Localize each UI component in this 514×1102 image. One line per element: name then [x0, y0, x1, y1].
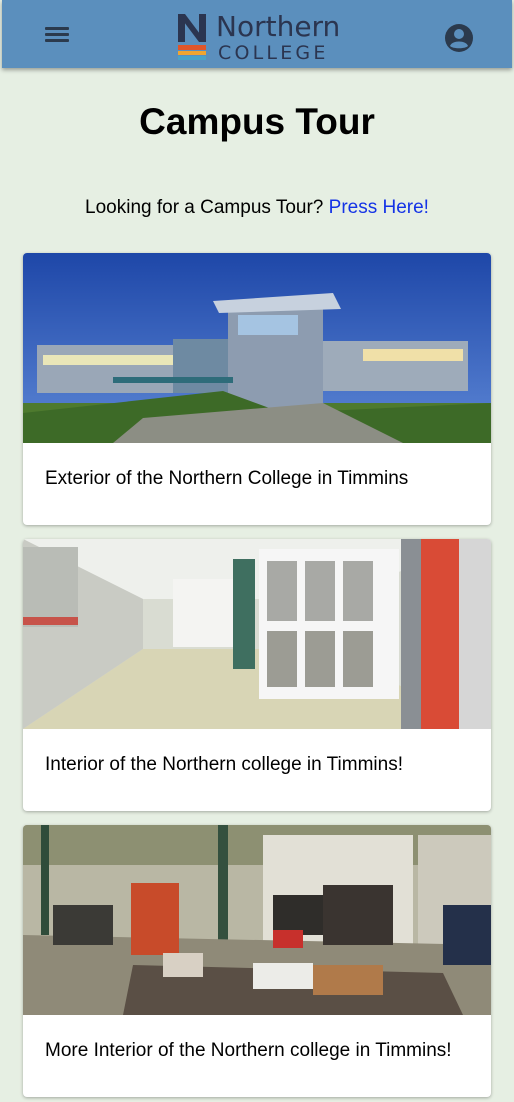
menu-button[interactable] — [42, 22, 72, 46]
card-image-college-exterior — [23, 253, 491, 443]
logo-n-mark-icon — [178, 14, 206, 60]
photo-card[interactable]: Interior of the Northern college in Timm… — [23, 539, 491, 811]
page-title: Campus Tour — [139, 101, 375, 142]
account-circle-icon — [445, 24, 473, 52]
logo-text-northern: Northern — [216, 10, 341, 43]
tour-prompt-text: Looking for a Campus Tour? — [85, 197, 324, 218]
card-caption: Exterior of the Northern College in Timm… — [45, 468, 409, 489]
menu-icon-bar — [45, 33, 69, 36]
card-caption: More Interior of the Northern college in… — [45, 1040, 452, 1061]
photo-card[interactable]: Exterior of the Northern College in Timm… — [23, 253, 491, 525]
photo-card[interactable]: More Interior of the Northern college in… — [23, 825, 491, 1097]
account-button[interactable] — [444, 23, 474, 53]
card-image-college-workshop — [23, 825, 491, 1015]
menu-icon-bar — [45, 39, 69, 42]
card-caption: Interior of the Northern college in Timm… — [45, 754, 403, 775]
app-bar: Northern COLLEGE — [2, 0, 512, 68]
tour-prompt: Looking for a Campus Tour? Press Here! — [0, 196, 514, 220]
menu-icon-bar — [45, 27, 69, 30]
college-logo[interactable]: Northern COLLEGE — [176, 10, 346, 64]
card-image-college-interior — [23, 539, 491, 729]
tour-link[interactable]: Press Here! — [329, 197, 429, 218]
logo-text-college: COLLEGE — [218, 42, 329, 64]
